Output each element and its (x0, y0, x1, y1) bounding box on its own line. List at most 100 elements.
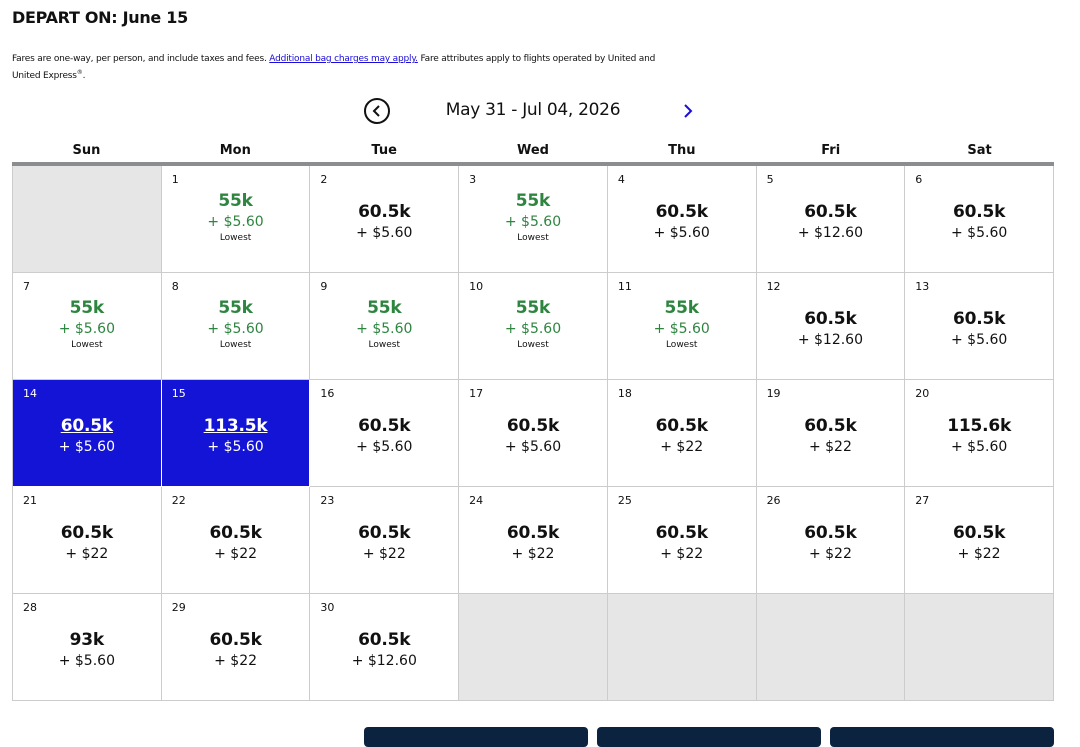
weekday-wed: Wed (516, 143, 549, 158)
weekday-sun: Sun (72, 143, 101, 158)
weekday-fri: Fri (821, 143, 841, 158)
day-number: 13 (915, 280, 930, 293)
day-number: 29 (171, 601, 186, 614)
fare-info: 60.5k + $5.60 (608, 200, 756, 242)
calendar-day-12[interactable]: 12 60.5k + $12.60 (756, 273, 906, 380)
fare-taxes: + $5.60 (504, 214, 562, 230)
fare-info: 55k + $5.60 Lowest (162, 189, 310, 245)
fare-miles: 60.5k (60, 523, 113, 543)
date-range-label: May 31 - Jul 04, 2026 (445, 100, 621, 120)
fare-miles: 115.6k (947, 416, 1012, 436)
calendar-day-11[interactable]: 11 55k + $5.60 Lowest (607, 273, 757, 380)
fare-miles: 60.5k (804, 523, 857, 543)
fare-info: 60.5k + $22 (13, 521, 161, 563)
calendar-day-13[interactable]: 13 60.5k + $5.60 (905, 273, 1054, 380)
calendar-day-3[interactable]: 3 55k + $5.60 Lowest (459, 166, 608, 273)
day-number: 1 (171, 173, 179, 186)
disclaimer-end: . (82, 71, 86, 81)
day-number: 5 (766, 173, 774, 186)
lowest-fare-badge: Lowest (71, 340, 103, 350)
chevron-left-circle-icon (372, 105, 380, 117)
day-number: 21 (23, 494, 37, 507)
calendar-day-19[interactable]: 19 60.5k + $22 (756, 380, 906, 487)
calendar-day-1[interactable]: 1 55k + $5.60 Lowest (161, 166, 311, 273)
calendar-day-23[interactable]: 23 60.5k + $22 (310, 487, 460, 594)
calendar-day-20[interactable]: 20 115.6k + $5.60 (905, 380, 1054, 487)
fare-info: 93k + $5.60 (13, 628, 161, 670)
fare-taxes: + $5.60 (653, 321, 710, 337)
action-button-1[interactable] (364, 727, 588, 747)
fare-miles: 60.5k (358, 202, 411, 222)
weekday-sat: Sat (967, 143, 992, 158)
fare-taxes: + $5.60 (58, 321, 115, 337)
disclaimer-text: Fares are one-way, per person, and inclu… (12, 54, 270, 64)
fare-taxes: + $5.60 (58, 439, 115, 455)
bag-charges-link[interactable]: Additional bag charges may apply. (269, 54, 418, 64)
next-range-button[interactable] (678, 100, 698, 122)
calendar-day-7[interactable]: 7 55k + $5.60 Lowest (13, 273, 162, 380)
fare-info: 55k + $5.60 Lowest (608, 296, 756, 352)
day-number: 25 (617, 494, 632, 507)
fare-info: 60.5k + $5.60 (459, 414, 607, 456)
action-button-3[interactable] (830, 727, 1054, 747)
fare-taxes: + $5.60 (504, 321, 562, 337)
fare-calendar: Sun Mon Tue Wed Thu Fri Sat 1 55k + $5.60 Lowest 2… (12, 140, 1054, 701)
fare-miles: 60.5k (953, 523, 1006, 543)
calendar-day-18[interactable]: 18 60.5k + $22 (607, 380, 757, 487)
lowest-fare-badge: Lowest (219, 340, 252, 350)
fare-miles: 113.5k (203, 416, 268, 436)
day-number: 27 (915, 494, 930, 507)
calendar-day-9[interactable]: 9 55k + $5.60 Lowest (310, 273, 460, 380)
calendar-day-4[interactable]: 4 60.5k + $5.60 (607, 166, 757, 273)
calendar-day-16[interactable]: 16 60.5k + $5.60 (310, 380, 460, 487)
fare-taxes: + $5.60 (356, 321, 413, 337)
weekday-header: Sun Mon Tue Wed Thu Fri Sat (12, 140, 1054, 166)
day-number: 26 (766, 494, 781, 507)
calendar-day-21[interactable]: 21 60.5k + $22 (13, 487, 162, 594)
fare-taxes: + $22 (214, 546, 258, 562)
calendar-day-6[interactable]: 6 60.5k + $5.60 (905, 166, 1054, 273)
fare-taxes: + $5.60 (951, 225, 1008, 241)
day-number: 28 (23, 601, 37, 614)
calendar-day-27[interactable]: 27 60.5k + $22 (905, 487, 1054, 594)
calendar-day-26[interactable]: 26 60.5k + $22 (756, 487, 906, 594)
fare-miles: 60.5k (209, 523, 262, 543)
fare-info: 60.5k + $12.60 (757, 200, 905, 242)
calendar-day-8[interactable]: 8 55k + $5.60 Lowest (161, 273, 311, 380)
calendar-day-17[interactable]: 17 60.5k + $5.60 (459, 380, 608, 487)
fare-info: 60.5k + $22 (757, 521, 905, 563)
prev-range-button[interactable] (364, 98, 390, 124)
calendar-day-5[interactable]: 5 60.5k + $12.60 (756, 166, 906, 273)
fare-miles: 60.5k (953, 202, 1006, 222)
calendar-day-29[interactable]: 29 60.5k + $22 (161, 594, 311, 701)
fare-miles: 60.5k (804, 309, 857, 329)
bottom-actions (364, 727, 1054, 747)
fare-taxes: + $5.60 (58, 653, 115, 669)
weekday-mon: Mon (219, 143, 251, 158)
fare-taxes: + $22 (214, 653, 258, 669)
fare-info: 60.5k + $5.60 (310, 414, 458, 456)
fare-info: 55k + $5.60 Lowest (310, 296, 458, 352)
calendar-day-28[interactable]: 28 93k + $5.60 (13, 594, 162, 701)
fare-miles: 60.5k (358, 630, 411, 650)
fare-miles: 60.5k (209, 630, 262, 650)
fare-info: 55k + $5.60 Lowest (162, 296, 310, 352)
fare-miles: 60.5k (358, 416, 411, 436)
calendar-day-22[interactable]: 22 60.5k + $22 (161, 487, 311, 594)
fare-miles: 93k (69, 630, 105, 650)
calendar-cell-empty (459, 594, 608, 701)
action-button-2[interactable] (597, 727, 821, 747)
calendar-day-25[interactable]: 25 60.5k + $22 (607, 487, 757, 594)
calendar-day-30[interactable]: 30 60.5k + $12.60 (310, 594, 460, 701)
calendar-day-15[interactable]: 15 113.5k + $5.60 (161, 380, 311, 487)
fare-taxes: + $22 (808, 546, 852, 562)
day-number: 16 (320, 387, 335, 400)
calendar-day-2[interactable]: 2 60.5k + $5.60 (310, 166, 460, 273)
calendar-day-10[interactable]: 10 55k + $5.60 Lowest (459, 273, 608, 380)
day-number: 11 (617, 280, 632, 293)
calendar-day-14[interactable]: 14 60.5k + $5.60 (13, 380, 162, 487)
calendar-grid: 1 55k + $5.60 Lowest 2 60.5k + $5.60 3 55k + $5.6… (12, 166, 1054, 701)
calendar-cell-empty (607, 594, 757, 701)
calendar-day-24[interactable]: 24 60.5k + $22 (459, 487, 608, 594)
fare-taxes: + $5.60 (207, 321, 264, 337)
